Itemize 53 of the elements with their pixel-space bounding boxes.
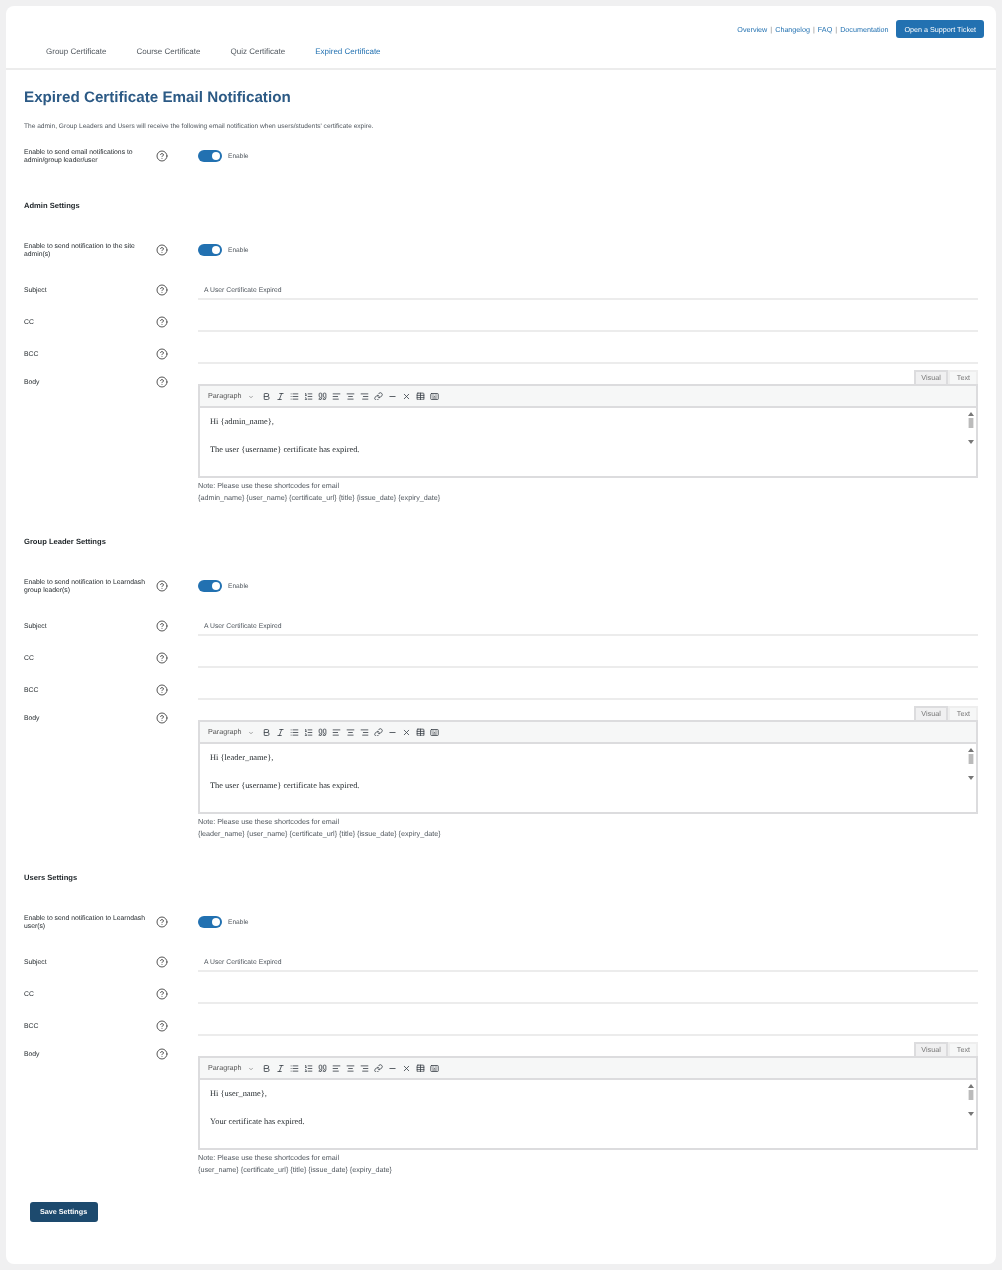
- numbered-list-icon[interactable]: [304, 1063, 314, 1073]
- align-center-icon[interactable]: [346, 727, 356, 737]
- align-right-icon[interactable]: [360, 1063, 370, 1073]
- numbered-list-icon[interactable]: [304, 727, 314, 737]
- link-icon[interactable]: [374, 1063, 384, 1073]
- help-icon[interactable]: [156, 1048, 168, 1060]
- table-icon[interactable]: [416, 727, 426, 737]
- help-icon[interactable]: [156, 1020, 168, 1032]
- help-icon[interactable]: [156, 316, 168, 328]
- align-left-icon[interactable]: [332, 1063, 342, 1073]
- help-icon[interactable]: [156, 348, 168, 360]
- align-left-icon[interactable]: [332, 391, 342, 401]
- align-left-icon[interactable]: [332, 727, 342, 737]
- help-icon[interactable]: [156, 579, 168, 591]
- bulleted-list-icon[interactable]: [290, 727, 300, 737]
- help-icon[interactable]: [156, 956, 168, 968]
- quote-icon[interactable]: [318, 1063, 328, 1073]
- quote-icon[interactable]: [318, 391, 328, 401]
- italic-icon[interactable]: [276, 391, 286, 401]
- bold-icon[interactable]: [262, 727, 272, 737]
- italic-icon[interactable]: [276, 1063, 286, 1073]
- keyboard-icon[interactable]: [430, 1063, 440, 1073]
- quote-icon[interactable]: [318, 727, 328, 737]
- align-right-icon[interactable]: [360, 727, 370, 737]
- toggle-switch[interactable]: [198, 149, 222, 161]
- align-right-icon[interactable]: [360, 391, 370, 401]
- help-icon[interactable]: [156, 243, 168, 255]
- keyboard-icon[interactable]: [430, 727, 440, 737]
- keyboard-icon[interactable]: [430, 391, 440, 401]
- help-icon[interactable]: [156, 652, 168, 664]
- help-icon[interactable]: [156, 988, 168, 1000]
- help-icon[interactable]: [156, 376, 168, 388]
- link-icon[interactable]: [374, 727, 384, 737]
- toggle-switch[interactable]: [198, 579, 222, 591]
- help-icon[interactable]: [156, 284, 168, 296]
- numbered-list-icon[interactable]: [304, 391, 314, 401]
- link-icon[interactable]: [374, 391, 384, 401]
- italic-icon[interactable]: [276, 727, 286, 737]
- help-icon[interactable]: [156, 915, 168, 927]
- align-center-icon[interactable]: [346, 391, 356, 401]
- help-icon[interactable]: [156, 620, 168, 632]
- table-icon[interactable]: [416, 1063, 426, 1073]
- table-icon[interactable]: [416, 391, 426, 401]
- help-icon[interactable]: [156, 712, 168, 724]
- toggle-switch[interactable]: [198, 243, 222, 255]
- help-icon[interactable]: [156, 149, 168, 161]
- bold-icon[interactable]: [262, 391, 272, 401]
- align-center-icon[interactable]: [346, 1063, 356, 1073]
- bulleted-list-icon[interactable]: [290, 1063, 300, 1073]
- help-icon[interactable]: [156, 684, 168, 696]
- toggle-switch[interactable]: [198, 915, 222, 927]
- bold-icon[interactable]: [262, 1063, 272, 1073]
- bulleted-list-icon[interactable]: [290, 391, 300, 401]
